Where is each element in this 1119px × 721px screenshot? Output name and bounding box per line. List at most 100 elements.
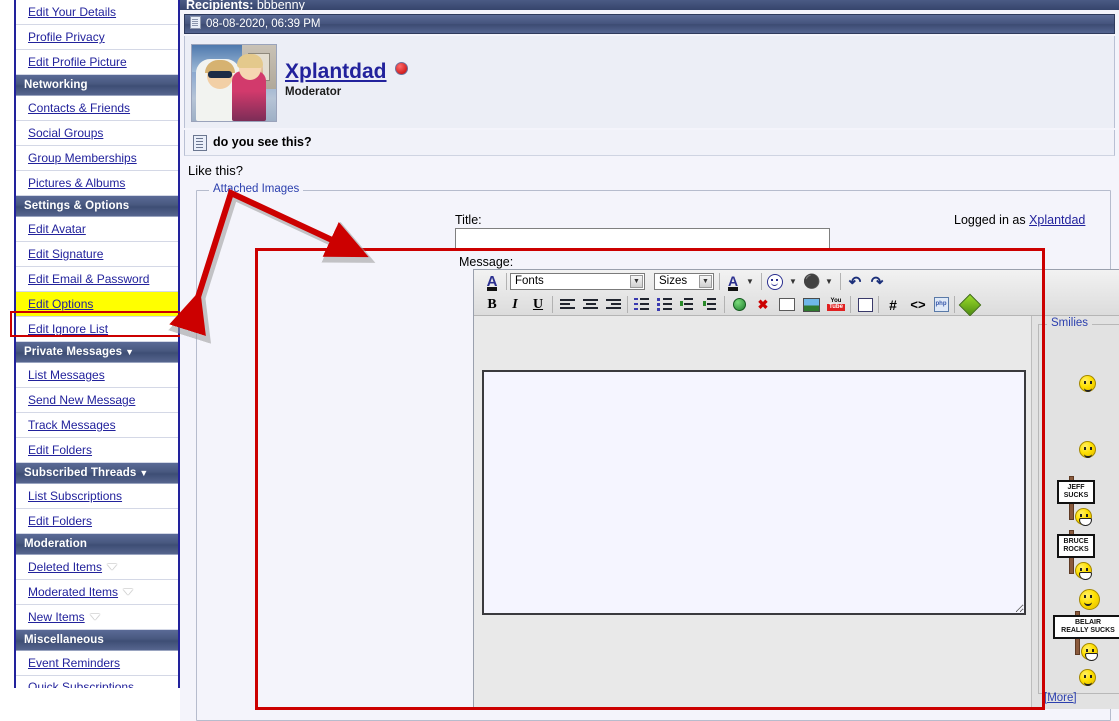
font-family-value: Fonts [515, 275, 544, 287]
sidebar-item-edit-profile-picture[interactable]: Edit Profile Picture [16, 50, 178, 75]
unordered-list-icon[interactable] [655, 295, 673, 314]
outdent-icon[interactable] [678, 295, 696, 314]
sidebar-item-label[interactable]: List Messages [28, 368, 105, 382]
sidebar-item-quick-subscriptions[interactable]: Quick Subscriptions [16, 676, 178, 688]
sidebar-item-edit-folders-subs[interactable]: Edit Folders [16, 509, 178, 534]
sidebar-item-label[interactable]: Pictures & Albums [28, 176, 125, 190]
sidebar-item-label[interactable]: Edit Avatar [28, 222, 86, 236]
avatar[interactable] [191, 44, 277, 122]
sidebar-item-edit-avatar[interactable]: Edit Avatar [16, 217, 178, 242]
sidebar-item-moderated-items[interactable]: Moderated Items [16, 580, 178, 605]
sidebar-item-label[interactable]: Track Messages [28, 418, 116, 432]
sidebar-item-label[interactable]: Edit Folders [28, 514, 92, 528]
redo-icon[interactable]: ↷ [868, 272, 886, 291]
sidebar-item-label[interactable]: Edit Signature [28, 247, 103, 261]
font-color-chevron-down-icon[interactable]: ▼ [744, 272, 756, 291]
insert-image-icon[interactable] [802, 295, 820, 314]
sidebar-item-new-items[interactable]: New Items [16, 605, 178, 630]
logged-in-user-link[interactable]: Xplantdad [1029, 213, 1085, 227]
sidebar-item-list-subscriptions[interactable]: List Subscriptions [16, 484, 178, 509]
quote-icon[interactable] [856, 295, 874, 314]
chevron-down-icon[interactable] [89, 614, 100, 620]
insert-gallery-icon[interactable] [958, 293, 982, 316]
sidebar-item-profile-privacy[interactable]: Profile Privacy [16, 25, 178, 50]
sidebar-item-label[interactable]: Edit Folders [28, 443, 92, 457]
remove-formatting-icon[interactable]: A [482, 272, 502, 291]
sidebar-item-track-messages[interactable]: Track Messages [16, 413, 178, 438]
chevron-down-icon[interactable]: ▼ [125, 347, 134, 357]
sidebar-item-label[interactable]: Edit Ignore List [28, 322, 108, 336]
sidebar-item-edit-signature[interactable]: Edit Signature [16, 242, 178, 267]
sidebar-item-label[interactable]: Event Reminders [28, 656, 120, 670]
insert-html-icon[interactable]: <> [908, 295, 928, 314]
sidebar-item-label[interactable]: Edit Options [28, 297, 93, 311]
smilie-belair-sucks-sign-text: BELAIR REALLY SUCKS [1061, 619, 1115, 634]
insert-code-hash-icon[interactable]: # [884, 295, 902, 314]
smilies-legend: Smilies [1047, 317, 1093, 329]
font-family-select[interactable]: Fonts ▼ [510, 273, 645, 290]
sidebar-item-send-new-message[interactable]: Send New Message [16, 388, 178, 413]
font-color-icon[interactable]: A [724, 272, 742, 291]
smilies-more-link[interactable]: [More] [1044, 692, 1077, 704]
font-size-select[interactable]: Sizes ▼ [654, 273, 714, 290]
attachment-icon[interactable]: ⚫ [803, 272, 820, 291]
smilie-pray-face [1079, 441, 1096, 458]
bold-icon[interactable]: B [484, 295, 500, 314]
sidebar-item-label[interactable]: Send New Message [28, 393, 135, 407]
undo-icon[interactable]: ↶ [846, 272, 864, 291]
sidebar-item-label[interactable]: Quick Subscriptions [28, 680, 134, 688]
title-input[interactable] [455, 228, 830, 249]
align-right-icon[interactable] [604, 295, 622, 314]
sidebar-item-label[interactable]: New Items [28, 610, 85, 624]
sidebar-item-deleted-items[interactable]: Deleted Items [16, 555, 178, 580]
insert-php-icon[interactable]: php [932, 295, 950, 314]
sidebar-item-label[interactable]: Edit Profile Picture [28, 55, 127, 69]
message-textarea[interactable] [482, 370, 1026, 615]
sidebar-item-label[interactable]: Group Memberships [28, 151, 137, 165]
smilie-chevron-down-icon[interactable]: ▼ [787, 272, 799, 291]
align-center-icon[interactable] [581, 295, 599, 314]
smilie-wink[interactable] [1079, 669, 1096, 686]
chevron-down-icon[interactable] [123, 589, 134, 595]
smilie-confused[interactable] [1079, 375, 1096, 392]
sidebar-item-label[interactable]: Profile Privacy [28, 30, 105, 44]
sidebar-item-event-reminders[interactable]: Event Reminders [16, 651, 178, 676]
sidebar-item-social-groups[interactable]: Social Groups [16, 121, 178, 146]
sidebar-item-list-messages[interactable]: List Messages [16, 363, 178, 388]
chevron-down-icon[interactable]: ▼ [139, 468, 148, 478]
ordered-list-icon[interactable] [632, 295, 650, 314]
indent-icon[interactable] [701, 295, 719, 314]
sidebar-item-edit-options[interactable]: Edit Options [16, 292, 178, 317]
attachment-chevron-down-icon[interactable]: ▼ [823, 272, 835, 291]
insert-email-icon[interactable] [778, 295, 796, 314]
sidebar-item-label[interactable]: Edit Your Details [28, 5, 116, 19]
chevron-down-icon[interactable] [107, 564, 118, 570]
sidebar-item-label[interactable]: Deleted Items [28, 560, 102, 574]
sidebar-item-label[interactable]: Contacts & Friends [28, 101, 130, 115]
smilie-belair-sucks-face [1081, 643, 1099, 661]
sidebar-header-label: Moderation [24, 538, 87, 550]
sidebar-item-contacts-friends[interactable]: Contacts & Friends [16, 96, 178, 121]
smilie-oh[interactable] [1079, 589, 1100, 610]
italic-icon[interactable]: I [507, 295, 523, 314]
smilie-pray[interactable] [1079, 441, 1096, 458]
sidebar-item-edit-ignore-list[interactable]: Edit Ignore List [16, 317, 178, 342]
sidebar-item-edit-folders-pm[interactable]: Edit Folders [16, 438, 178, 463]
underline-icon[interactable]: U [530, 295, 546, 314]
sidebar-item-group-memberships[interactable]: Group Memberships [16, 146, 178, 171]
sidebar-item-label[interactable]: Moderated Items [28, 585, 118, 599]
sidebar-item-label[interactable]: Social Groups [28, 126, 103, 140]
sidebar-item-edit-email-password[interactable]: Edit Email & Password [16, 267, 178, 292]
toolbar-row-2: B I U ✖ You Tube # <> php [474, 293, 1119, 316]
insert-link-icon[interactable] [730, 295, 748, 314]
remove-link-icon[interactable]: ✖ [754, 295, 772, 314]
sidebar-item-edit-your-details[interactable]: Edit Your Details [16, 0, 178, 25]
editor-body [474, 316, 1031, 709]
sidebar-item-label[interactable]: Edit Email & Password [28, 272, 149, 286]
sidebar-item-pictures-albums[interactable]: Pictures & Albums [16, 171, 178, 196]
sidebar-item-label[interactable]: List Subscriptions [28, 489, 122, 503]
insert-youtube-icon[interactable]: You Tube [826, 295, 846, 314]
align-left-icon[interactable] [558, 295, 576, 314]
smilie-icon[interactable] [766, 272, 784, 291]
poster-name-link[interactable]: Xplantdad [285, 60, 387, 83]
